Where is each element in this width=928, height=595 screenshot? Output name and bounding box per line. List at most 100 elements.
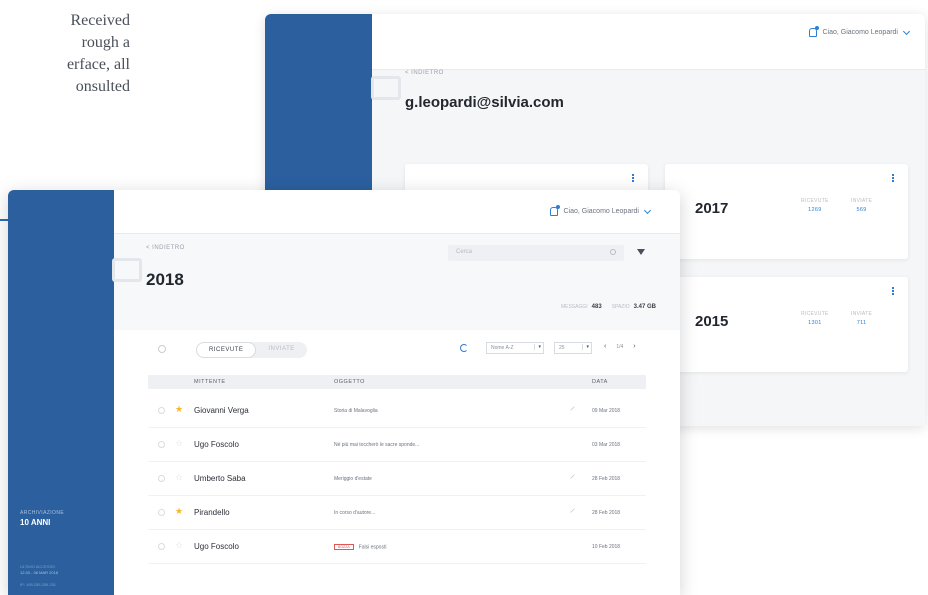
year-card[interactable]: 2015 RICEVUTE 1301 INVIATE 711: [665, 277, 908, 372]
page-indicator: 1/4: [616, 343, 624, 350]
year-label: 2017: [695, 200, 729, 217]
received-stat: RICEVUTE 1269: [801, 198, 829, 213]
user-menu[interactable]: Ciao, Giacomo Leopardi: [549, 205, 652, 216]
search-placeholder: Cerca: [456, 249, 473, 255]
row-checkbox[interactable]: [158, 475, 165, 482]
attachment-icon: /: [569, 507, 575, 516]
row-checkbox[interactable]: [158, 407, 165, 414]
copy-line: erface, all: [66, 56, 130, 73]
sender-name: Umberto Saba: [194, 474, 246, 483]
message-date: 10 Feb 2018: [592, 544, 621, 550]
user-greeting: Ciao, Giacomo Leopardi: [563, 208, 640, 215]
mailbox-address: g.leopardi@silvia.com: [405, 94, 564, 111]
star-icon[interactable]: ☆: [175, 540, 183, 551]
search-icon[interactable]: [610, 249, 616, 255]
table-header: MITTENTE OGGETTO DATA: [148, 375, 646, 389]
star-icon[interactable]: ☆: [175, 438, 183, 449]
folder-icon: [371, 76, 401, 100]
star-icon[interactable]: ★: [175, 404, 183, 415]
archive-label: ARCHIVIAZIONE: [20, 510, 65, 516]
column-date[interactable]: DATA: [592, 379, 608, 385]
dropdown-arrow-icon: ▾: [534, 344, 541, 350]
tab-received[interactable]: RICEVUTE: [196, 342, 257, 358]
prev-page-button[interactable]: ‹: [604, 343, 606, 350]
sender-name: Giovanni Verga: [194, 406, 249, 415]
kebab-menu-icon[interactable]: [632, 174, 634, 182]
list-toolbar: RICEVUTE INVIATE Nome A-Z ▾ 25 ▾ ‹ 1/4 ›: [114, 330, 680, 368]
star-icon[interactable]: ★: [175, 506, 183, 517]
table-row[interactable]: ☆ Ugo Foscolo BOZZA Falsi esposti 10 Feb …: [148, 530, 646, 564]
sent-stat: INVIATE 569: [851, 198, 873, 213]
marketing-copy: Received rough a erface, all onsulted: [0, 10, 130, 98]
folder-icon: [112, 258, 142, 282]
message-subject: Storia di Malavoglia: [334, 408, 378, 414]
tab-sent[interactable]: INVIATE: [256, 342, 306, 358]
message-subject: In corso d'autore...: [334, 510, 376, 516]
table-row[interactable]: ★ Giovanni Verga Storia di Malavoglia / …: [148, 394, 646, 428]
notification-bell-icon[interactable]: [549, 205, 560, 216]
message-date: 03 Mar 2018: [592, 442, 621, 448]
archive-duration: 10 ANNI: [20, 518, 51, 527]
sender-name: Ugo Foscolo: [194, 440, 239, 449]
draft-tag: BOZZA: [334, 544, 354, 550]
dropdown-arrow-icon: ▾: [582, 344, 589, 350]
copy-line: Received: [70, 12, 130, 29]
ip-address: IP: 195.255.255.251: [20, 582, 57, 587]
top-bar: Ciao, Giacomo Leopardi: [114, 190, 680, 234]
folder-tabs: RICEVUTE INVIATE: [196, 342, 307, 358]
filter-icon[interactable]: [637, 249, 645, 255]
storage-space: SPAZIO 3.47 GB: [611, 304, 656, 310]
column-sender[interactable]: MITTENTE: [194, 379, 226, 385]
message-date: 28 Feb 2018: [592, 476, 621, 482]
year-card[interactable]: 2017 RICEVUTE 1269 INVIATE 569: [665, 164, 908, 259]
message-date: 28 Feb 2018: [592, 510, 621, 516]
sent-count: 569: [856, 207, 867, 213]
copy-line: rough a: [81, 34, 130, 51]
star-icon[interactable]: ☆: [175, 472, 183, 483]
year-inbox-window: ARCHIVIAZIONE 10 ANNI ULTIMO ACCESSO 12:…: [8, 190, 680, 595]
row-checkbox[interactable]: [158, 543, 165, 550]
chevron-down-icon[interactable]: [643, 206, 652, 214]
sort-select[interactable]: Nome A-Z ▾: [486, 342, 544, 354]
back-link[interactable]: < INDIETRO: [405, 70, 444, 76]
search-input[interactable]: Cerca: [448, 245, 624, 261]
select-all-checkbox[interactable]: [158, 345, 166, 353]
user-menu[interactable]: Ciao, Giacomo Leopardi: [808, 26, 911, 37]
message-count: MESSAGGI 483: [560, 304, 602, 310]
user-greeting: Ciao, Giacomo Leopardi: [822, 29, 899, 36]
message-subject: Meriggio d'estate: [334, 476, 372, 482]
message-subject: BOZZA Falsi esposti: [334, 544, 386, 550]
kebab-menu-icon[interactable]: [892, 174, 894, 182]
received-count: 1301: [808, 320, 822, 326]
table-row[interactable]: ☆ Umberto Saba Meriggio d'estate / 28 Fe…: [148, 462, 646, 496]
received-count: 1269: [808, 207, 822, 213]
notification-bell-icon[interactable]: [808, 26, 819, 37]
page-size-select[interactable]: 25 ▾: [554, 342, 592, 354]
table-row[interactable]: ☆ Ugo Foscolo Né più mai toccherò le sac…: [148, 428, 646, 462]
sent-stat: INVIATE 711: [851, 311, 873, 326]
received-stat: RICEVUTE 1301: [801, 311, 829, 326]
sender-name: Pirandello: [194, 508, 230, 517]
column-subject[interactable]: OGGETTO: [334, 379, 365, 385]
message-subject: Né più mai toccherò le sacre sponde...: [334, 442, 420, 448]
last-access-value: 12:30 - 06 MAR 2018: [20, 570, 59, 575]
row-checkbox[interactable]: [158, 441, 165, 448]
attachment-icon: /: [569, 405, 575, 414]
attachment-icon: /: [569, 473, 575, 482]
storage-summary: MESSAGGI 483 SPAZIO 3.47 GB: [561, 304, 656, 310]
copy-line: onsulted: [75, 78, 130, 95]
back-link[interactable]: < INDIETRO: [146, 245, 185, 251]
last-access-label: ULTIMO ACCESSO: [20, 564, 56, 569]
kebab-menu-icon[interactable]: [892, 287, 894, 295]
next-page-button[interactable]: ›: [633, 343, 635, 350]
refresh-icon[interactable]: [460, 344, 468, 352]
chevron-down-icon[interactable]: [902, 27, 911, 35]
sent-count: 711: [856, 320, 867, 326]
top-bar: Ciao, Giacomo Leopardi: [372, 14, 925, 70]
sender-name: Ugo Foscolo: [194, 542, 239, 551]
page-title: 2018: [146, 270, 184, 289]
sidebar: ARCHIVIAZIONE 10 ANNI ULTIMO ACCESSO 12:…: [8, 190, 114, 595]
row-checkbox[interactable]: [158, 509, 165, 516]
year-label: 2015: [695, 313, 729, 330]
table-row[interactable]: ★ Pirandello In corso d'autore... / 28 F…: [148, 496, 646, 530]
